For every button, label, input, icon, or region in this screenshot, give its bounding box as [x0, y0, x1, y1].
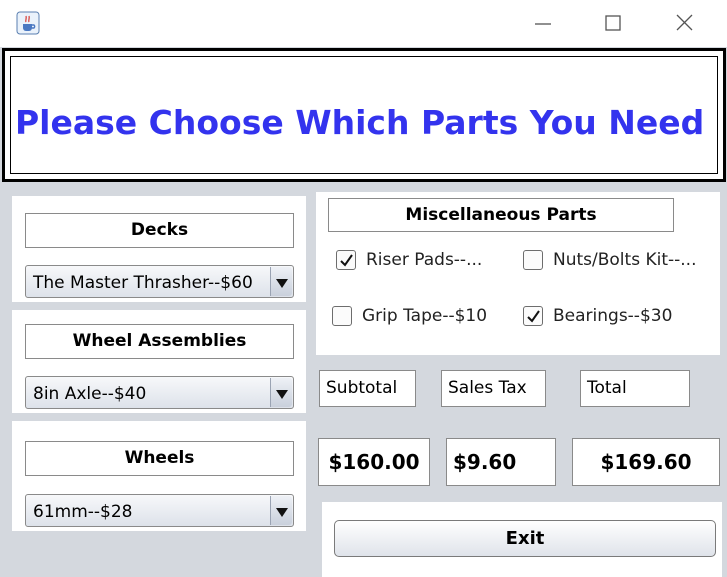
checkbox-unchecked-icon[interactable] [332, 306, 352, 326]
grip-tape-checkbox[interactable]: Grip Tape--$10 [332, 306, 512, 330]
chevron-down-icon[interactable] [270, 496, 292, 525]
wheels-selected-value: 61mm--$28 [33, 502, 133, 522]
window-titlebar [0, 0, 727, 47]
bearings-label: Bearings--$30 [553, 306, 673, 326]
java-cup-icon [16, 11, 40, 35]
header-banner: Please Choose Which Parts You Need [2, 48, 726, 182]
grip-tape-label: Grip Tape--$10 [362, 306, 488, 326]
minimize-icon[interactable] [524, 5, 562, 41]
misc-panel: Miscellaneous Parts Riser Pads--... Nuts… [316, 192, 720, 355]
nuts-bolts-checkbox[interactable]: Nuts/Bolts Kit--... [523, 250, 703, 274]
close-icon[interactable] [665, 5, 703, 41]
wheels-label: Wheels [25, 441, 294, 476]
sales-tax-value: $9.60 [446, 438, 556, 486]
bearings-checkbox[interactable]: Bearings--$30 [523, 306, 703, 330]
exit-button[interactable]: Exit [334, 520, 716, 557]
wheel-assemblies-combobox[interactable]: 8in Axle--$40 [25, 376, 294, 409]
chevron-down-icon[interactable] [270, 267, 292, 296]
wheel-assemblies-selected-value: 8in Axle--$40 [33, 384, 147, 404]
wheels-combobox[interactable]: 61mm--$28 [25, 494, 294, 527]
decks-label: Decks [25, 213, 294, 248]
sales-tax-label: Sales Tax [441, 370, 546, 407]
header-banner-inner: Please Choose Which Parts You Need [10, 56, 718, 174]
nuts-bolts-label: Nuts/Bolts Kit--... [553, 250, 697, 270]
maximize-icon[interactable] [594, 5, 632, 41]
chevron-down-icon[interactable] [270, 378, 292, 407]
checkbox-checked-icon[interactable] [336, 250, 356, 270]
decks-combobox[interactable]: The Master Thrasher--$60 [25, 265, 294, 298]
page-title: Please Choose Which Parts You Need [15, 103, 705, 142]
total-label: Total [580, 370, 690, 407]
wheels-panel: Wheels 61mm--$28 [12, 421, 306, 531]
riser-pads-label: Riser Pads--... [366, 250, 483, 270]
subtotal-value: $160.00 [318, 438, 430, 486]
checkbox-checked-icon[interactable] [523, 306, 543, 326]
subtotal-label: Subtotal [319, 370, 416, 407]
wheel-assemblies-panel: Wheel Assemblies 8in Axle--$40 [12, 310, 306, 413]
checkbox-unchecked-icon[interactable] [523, 250, 543, 270]
total-value: $169.60 [572, 438, 720, 486]
riser-pads-checkbox[interactable]: Riser Pads--... [336, 250, 506, 274]
misc-label: Miscellaneous Parts [328, 198, 674, 232]
decks-panel: Decks The Master Thrasher--$60 [12, 196, 306, 302]
decks-selected-value: The Master Thrasher--$60 [33, 273, 253, 293]
wheel-assemblies-label: Wheel Assemblies [25, 324, 294, 359]
